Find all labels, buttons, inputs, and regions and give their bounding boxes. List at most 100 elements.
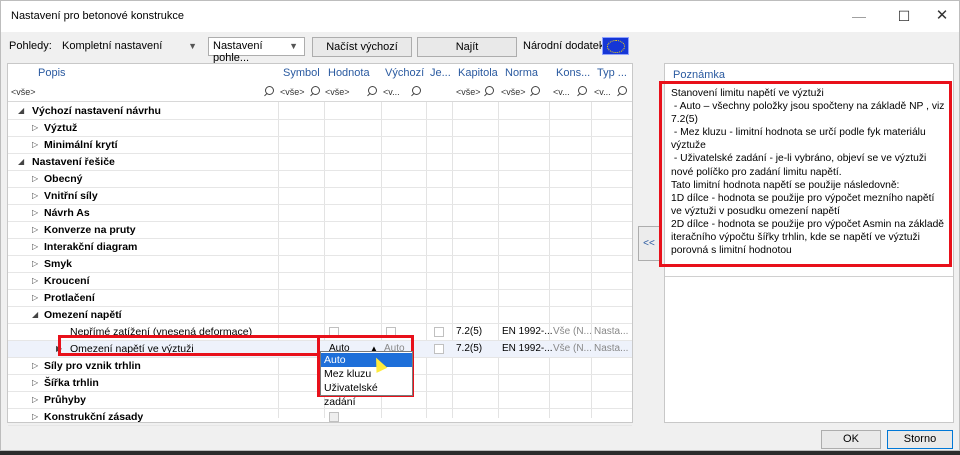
tree-row-label: Návrh As — [44, 207, 90, 219]
expand-arrow-icon[interactable]: ▷ — [32, 191, 38, 200]
tree-row-label: Interakční diagram — [44, 241, 138, 253]
dropdown-option-yield[interactable]: Mez kluzu — [321, 367, 412, 381]
tree-row[interactable]: ◢ Nastavení řešiče — [8, 154, 632, 171]
search-icon[interactable] — [265, 86, 276, 97]
je-checkbox[interactable] — [434, 344, 444, 354]
expand-arrow-icon[interactable]: ▷ — [32, 140, 38, 149]
filter-hodnota[interactable]: <vše> — [325, 87, 350, 97]
tree-row[interactable]: ▷ Výztuž — [8, 120, 632, 137]
value-checkbox[interactable] — [329, 412, 339, 422]
collapse-panel-button[interactable]: << — [638, 226, 660, 261]
collapse-arrow-icon[interactable]: ◢ — [32, 310, 38, 319]
col-hodnota[interactable]: Hodnota — [328, 67, 370, 83]
kapitola-cell: 7.2(5) — [456, 326, 483, 337]
chevron-down-icon: ▼ — [289, 41, 298, 51]
tree-row[interactable]: ◢ Výchozí nastavení návrhu — [8, 103, 632, 120]
typ-cell: Nasta... — [594, 326, 629, 337]
load-default-button[interactable]: Načíst výchozí — [312, 37, 412, 57]
filter-vychozi[interactable]: <v... — [383, 87, 400, 97]
views-select-value: Kompletní nastavení — [62, 40, 163, 52]
expand-arrow-icon[interactable]: ▷ — [32, 276, 38, 285]
expand-arrow-icon[interactable]: ▷ — [32, 208, 38, 217]
expand-arrow-icon[interactable]: ▷ — [32, 123, 38, 132]
find-button[interactable]: Najít — [417, 37, 517, 57]
col-je[interactable]: Je... — [430, 67, 451, 83]
tree-row-label: Konstrukční zásady — [44, 411, 144, 423]
expand-arrow-icon[interactable]: ▷ — [32, 293, 38, 302]
filter-typ[interactable]: <v... — [594, 87, 611, 97]
note-header: Poznámka — [673, 69, 725, 81]
norma-cell: EN 1992-... — [502, 326, 553, 337]
filter-norma[interactable]: <vše> — [501, 87, 526, 97]
tree-row[interactable]: ▷ Interakční diagram — [8, 239, 632, 256]
tree-row-label: Minimální krytí — [44, 139, 118, 151]
tree-row-label: Nastavení řešiče — [32, 156, 115, 168]
title-bar: Nastavení pro betonové konstrukce — ☐ ✕ — [1, 1, 959, 32]
maximize-button[interactable]: ☐ — [884, 5, 924, 27]
collapse-arrow-icon[interactable]: ◢ — [18, 157, 24, 166]
kapitola-cell: 7.2(5) — [456, 343, 483, 354]
col-kapitola[interactable]: Kapitola — [458, 67, 498, 83]
tree-row[interactable]: ▷ Protlačení — [8, 290, 632, 307]
search-icon[interactable] — [485, 86, 496, 97]
norma-cell: EN 1992-... — [502, 343, 553, 354]
kons-cell: Vše (N... — [553, 343, 592, 354]
toolbar: Pohledy: Kompletní nastavení ▼ Nastavení… — [1, 32, 959, 64]
filter-kons[interactable]: <v... — [553, 87, 570, 97]
col-popis[interactable]: Popis — [38, 67, 66, 83]
highlight-note-box — [659, 81, 952, 267]
tree-row-label: Výztuž — [44, 122, 78, 134]
ok-button[interactable]: OK — [821, 430, 881, 449]
national-annex-label: Národní dodatek: — [523, 40, 608, 52]
search-icon[interactable] — [578, 86, 589, 97]
col-kons[interactable]: Kons... — [556, 67, 590, 83]
dropdown-option-auto[interactable]: Auto — [321, 353, 412, 367]
tree-row[interactable]: ▷ Konverze na pruty — [8, 222, 632, 239]
search-icon[interactable] — [368, 86, 379, 97]
search-icon[interactable] — [311, 86, 322, 97]
view-settings-value: Nastavení pohle... — [213, 40, 263, 64]
expand-arrow-icon[interactable]: ▷ — [32, 412, 38, 421]
tree-row[interactable]: ▷ Návrh As — [8, 205, 632, 222]
tree-row-label: Vnitřní síly — [44, 190, 98, 202]
filter-popis[interactable]: <vše> — [11, 87, 36, 97]
tree-row-label: Protlačení — [44, 292, 95, 304]
tree-row-label: Konverze na pruty — [44, 224, 136, 236]
tree-row[interactable]: ▷ Smyk — [8, 256, 632, 273]
search-icon[interactable] — [412, 86, 423, 97]
col-vychozi[interactable]: Výchozí — [385, 67, 424, 83]
eu-flag-icon[interactable] — [602, 37, 629, 55]
cancel-button[interactable]: Storno — [887, 430, 953, 449]
tree-row[interactable]: ▷ Vnitřní síly — [8, 188, 632, 205]
tree-row[interactable]: ▷ Konstrukční zásady — [8, 409, 632, 426]
collapse-arrow-icon[interactable]: ◢ — [18, 106, 24, 115]
tree-row[interactable]: ▷ Obecný — [8, 171, 632, 188]
expand-arrow-icon[interactable]: ▷ — [32, 361, 38, 370]
search-icon[interactable] — [531, 86, 542, 97]
view-settings-select[interactable]: Nastavení pohle... ▼ — [208, 37, 305, 64]
tree-row[interactable]: ▷ Kroucení — [8, 273, 632, 290]
expand-arrow-icon[interactable]: ▷ — [32, 174, 38, 183]
window-title: Nastavení pro betonové konstrukce — [11, 10, 185, 22]
tree-row[interactable]: ◢ Omezení napětí — [8, 307, 632, 324]
col-symbol[interactable]: Symbol — [283, 67, 320, 83]
je-checkbox[interactable] — [434, 327, 444, 337]
expand-arrow-icon[interactable]: ▷ — [32, 242, 38, 251]
expand-arrow-icon[interactable]: ▷ — [32, 378, 38, 387]
col-norma[interactable]: Norma — [505, 67, 538, 83]
tree-row-label: Kroucení — [44, 275, 90, 287]
filter-kapitola[interactable]: <vše> — [456, 87, 481, 97]
col-typ[interactable]: Typ ... — [597, 67, 627, 83]
views-select[interactable]: Kompletní nastavení ▼ — [57, 37, 204, 56]
tree-row[interactable]: ▷ Minimální krytí — [8, 137, 632, 154]
tree-row-label: Smyk — [44, 258, 73, 270]
expand-arrow-icon[interactable]: ▷ — [32, 225, 38, 234]
value-dropdown-list: Auto Mez kluzu Uživatelské zadání — [320, 351, 413, 408]
filter-symbol[interactable]: <vše> — [280, 87, 305, 97]
dropdown-option-user[interactable]: Uživatelské zadání — [321, 381, 412, 408]
minimize-button[interactable]: — — [839, 5, 879, 27]
expand-arrow-icon[interactable]: ▷ — [32, 395, 38, 404]
expand-arrow-icon[interactable]: ▷ — [32, 259, 38, 268]
close-button[interactable]: ✕ — [922, 5, 960, 27]
search-icon[interactable] — [618, 86, 629, 97]
